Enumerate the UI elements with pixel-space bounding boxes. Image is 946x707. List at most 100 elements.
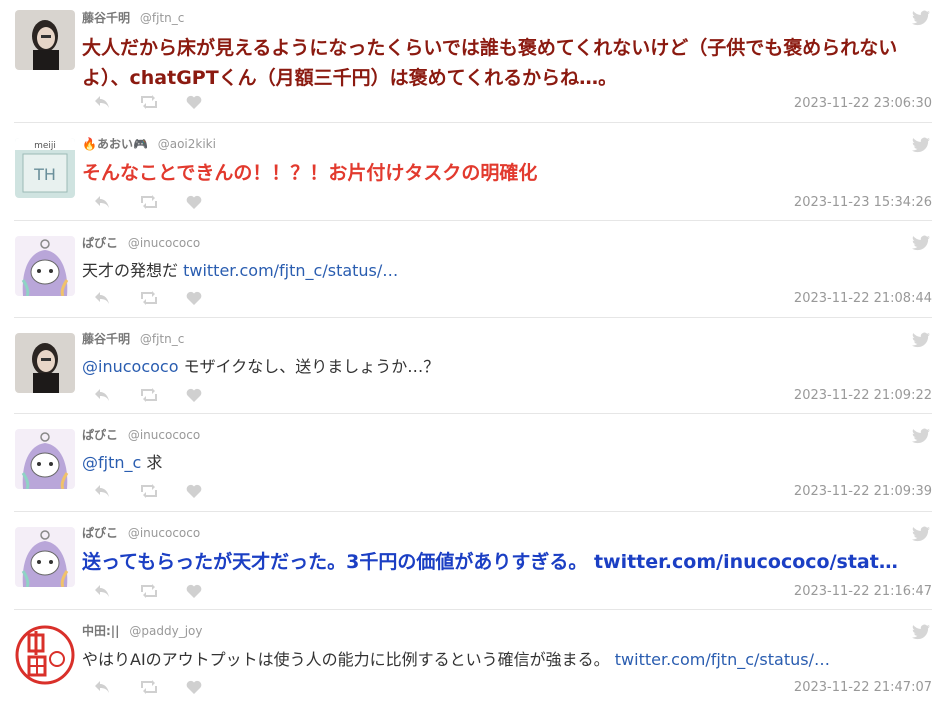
tweet-timestamp[interactable]: 2023-11-22 21:09:22 <box>794 388 932 403</box>
author-handle[interactable]: @inucococo <box>128 236 200 250</box>
reply-icon <box>95 485 109 497</box>
like-button[interactable] <box>186 289 232 307</box>
tweet-body: 大人だから床が見えるようになったくらいでは誰も褒めてくれないけど（子供でも褒めら… <box>82 37 898 89</box>
heart-icon <box>186 584 202 598</box>
author-name[interactable]: 🔥あおい🎮 <box>82 137 148 151</box>
avatar[interactable] <box>15 333 75 393</box>
reply-button[interactable] <box>94 289 140 307</box>
tweet-actions <box>94 93 232 111</box>
author-handle[interactable]: @fjtn_c <box>140 332 184 346</box>
retweet-button[interactable] <box>140 289 186 307</box>
mention-link[interactable]: @fjtn_c <box>82 453 141 472</box>
twitter-bird-icon[interactable] <box>912 10 930 26</box>
reply-button[interactable] <box>94 93 140 111</box>
tweet-link[interactable]: twitter.com/fjtn_c/status/… <box>615 650 830 669</box>
tweet-body: モザイクなし、送りましょうか…？ <box>178 357 440 376</box>
avatar[interactable] <box>15 236 75 296</box>
tweet-text: 天才の発想だ twitter.com/fjtn_c/status/… <box>82 259 932 283</box>
reply-icon <box>95 96 109 108</box>
heart-icon <box>186 95 202 109</box>
like-button[interactable] <box>186 582 232 600</box>
reply-button[interactable] <box>94 678 140 696</box>
retweet-button[interactable] <box>140 93 186 111</box>
tweet-timestamp[interactable]: 2023-11-22 21:16:47 <box>794 584 932 599</box>
tweet-item: ぱぴこ @inucococo 天才の発想だ twitter.com/fjtn_c… <box>0 221 946 318</box>
tweet-timestamp[interactable]: 2023-11-22 21:08:44 <box>794 291 932 306</box>
tweet-actions <box>94 678 232 696</box>
tweet-timestamp[interactable]: 2023-11-22 21:47:07 <box>794 680 932 695</box>
svg-text:meiji: meiji <box>34 141 56 151</box>
retweet-icon <box>141 388 157 402</box>
heart-icon <box>186 388 202 402</box>
retweet-icon <box>141 95 157 109</box>
tweet-text: やはりAIのアウトプットは使う人の能力に比例するという確信が強まる。 twitt… <box>82 648 932 672</box>
tweet-header: ぱぴこ @inucococo <box>82 234 200 251</box>
retweet-button[interactable] <box>140 678 186 696</box>
retweet-icon <box>141 291 157 305</box>
tweet-timestamp[interactable]: 2023-11-22 23:06:30 <box>794 96 932 111</box>
twitter-bird-icon[interactable] <box>912 332 930 348</box>
retweet-button[interactable] <box>140 386 186 404</box>
tweet-timestamp[interactable]: 2023-11-22 21:09:39 <box>794 484 932 499</box>
reply-button[interactable] <box>94 193 140 211</box>
author-handle[interactable]: @fjtn_c <box>140 11 184 25</box>
retweet-button[interactable] <box>140 193 186 211</box>
twitter-bird-icon[interactable] <box>912 235 930 251</box>
tweet-header: 藤谷千明 @fjtn_c <box>82 9 184 26</box>
like-button[interactable] <box>186 678 232 696</box>
like-button[interactable] <box>186 193 232 211</box>
author-name[interactable]: 藤谷千明 <box>82 332 130 346</box>
avatar[interactable] <box>15 10 75 70</box>
tweet-text: 大人だから床が見えるようになったくらいでは誰も褒めてくれないけど（子供でも褒めら… <box>82 33 932 93</box>
author-handle[interactable]: @paddy_joy <box>129 624 202 638</box>
author-name[interactable]: ぱぴこ <box>82 236 118 250</box>
tweet-item: 藤谷千明 @fjtn_c 大人だから床が見えるようになったくらいでは誰も褒めてく… <box>0 0 946 123</box>
retweet-button[interactable] <box>140 482 186 500</box>
author-handle[interactable]: @inucococo <box>128 428 200 442</box>
tweet-item: meiji TH 🔥あおい🎮 @aoi2kiki そんなことできんの！！？！お片… <box>0 123 946 221</box>
author-name[interactable]: 藤谷千明 <box>82 11 130 25</box>
avatar[interactable] <box>15 527 75 587</box>
heart-icon <box>186 195 202 209</box>
author-name[interactable]: ぱぴこ <box>82 526 118 540</box>
tweet-item: ぱぴこ @inucococo @fjtn_c 求 2023-11-22 21:0… <box>0 414 946 512</box>
twitter-bird-icon[interactable] <box>912 624 930 640</box>
twitter-bird-icon[interactable] <box>912 526 930 542</box>
like-button[interactable] <box>186 93 232 111</box>
tweet-header: ぱぴこ @inucococo <box>82 426 200 443</box>
avatar[interactable] <box>15 429 75 489</box>
retweet-icon <box>141 584 157 598</box>
avatar[interactable] <box>15 625 75 685</box>
heart-icon <box>186 484 202 498</box>
reply-icon <box>95 389 109 401</box>
reply-button[interactable] <box>94 482 140 500</box>
like-button[interactable] <box>186 482 232 500</box>
author-handle[interactable]: @aoi2kiki <box>158 137 216 151</box>
tweet-item: ぱぴこ @inucococo 送ってもらったが天才だった。3千円の価値がありすぎ… <box>0 512 946 610</box>
tweet-body: そんなことできんの！！？！お片付けタスクの明確化 <box>82 162 538 184</box>
reply-button[interactable] <box>94 582 140 600</box>
tweet-timestamp[interactable]: 2023-11-23 15:34:26 <box>794 195 932 210</box>
tweet-link[interactable]: twitter.com/inucococo/stat… <box>594 551 898 573</box>
tweet-item: 藤谷千明 @fjtn_c @inucococo モザイクなし、送りましょうか…？… <box>0 318 946 414</box>
tweet-text: @fjtn_c 求 <box>82 451 932 475</box>
reply-icon <box>95 585 109 597</box>
mention-link[interactable]: @inucococo <box>82 357 178 376</box>
avatar[interactable]: meiji TH <box>15 138 75 198</box>
retweet-icon <box>141 680 157 694</box>
author-name[interactable]: ぱぴこ <box>82 428 118 442</box>
tweet-body: 天才の発想だ <box>82 261 184 280</box>
tweet-text: 送ってもらったが天才だった。3千円の価値がありすぎる。 twitter.com/… <box>82 547 932 577</box>
tweet-header: 中田:|| @paddy_joy <box>82 622 203 639</box>
tweet-item: 中田:|| @paddy_joy やはりAIのアウトプットは使う人の能力に比例す… <box>0 610 946 707</box>
reply-button[interactable] <box>94 386 140 404</box>
tweet-actions <box>94 386 232 404</box>
twitter-bird-icon[interactable] <box>912 428 930 444</box>
tweet-link[interactable]: twitter.com/fjtn_c/status/… <box>183 261 398 280</box>
author-handle[interactable]: @inucococo <box>128 526 200 540</box>
retweet-button[interactable] <box>140 582 186 600</box>
twitter-bird-icon[interactable] <box>912 137 930 153</box>
tweet-actions <box>94 582 232 600</box>
author-name[interactable]: 中田:|| <box>82 624 120 638</box>
like-button[interactable] <box>186 386 232 404</box>
